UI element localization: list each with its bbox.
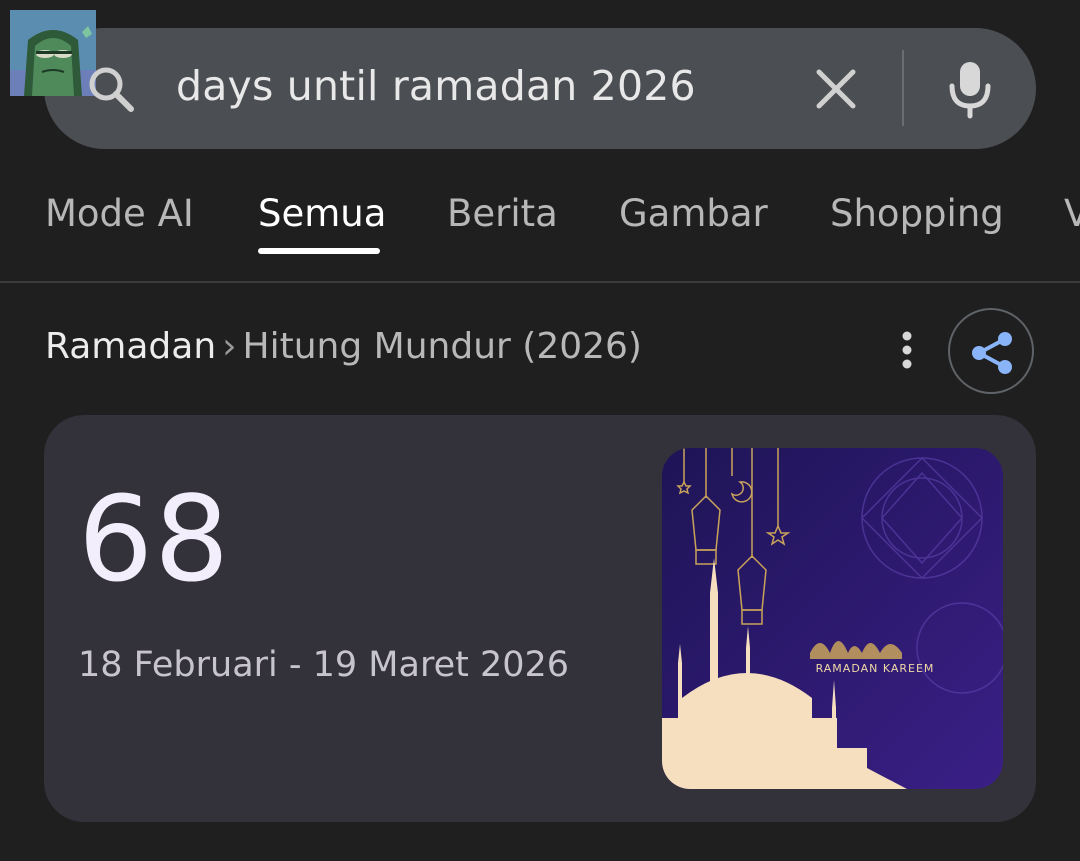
tab-semua[interactable]: Semua <box>258 192 386 235</box>
search-input[interactable]: days until ramadan 2026 <box>176 62 696 110</box>
tab-shopping[interactable]: Shopping <box>830 192 1004 235</box>
breadcrumb-root[interactable]: Ramadan <box>45 326 216 367</box>
date-range: 18 Februari - 19 Maret 2026 <box>78 645 570 685</box>
search-icon <box>86 64 136 118</box>
tab-more-truncated[interactable]: V <box>1064 192 1080 235</box>
ramadan-kareem-image[interactable] <box>662 448 1003 789</box>
breadcrumb: Ramadan › Hitung Mundur (2026) <box>45 326 642 367</box>
tab-berita[interactable]: Berita <box>447 192 558 235</box>
tab-mode-ai[interactable]: Mode AI <box>45 192 194 235</box>
days-count: 68 <box>78 470 231 608</box>
share-icon <box>972 332 1012 374</box>
tabs-divider <box>0 281 1080 283</box>
avatar[interactable] <box>10 10 96 96</box>
active-tab-indicator <box>258 248 380 254</box>
breadcrumb-separator: › <box>222 326 237 367</box>
share-button[interactable] <box>948 308 1034 394</box>
search-tabs: Mode AI Semua Berita Gambar Shopping V <box>0 180 1080 280</box>
close-icon[interactable] <box>815 68 857 114</box>
microphone-icon[interactable] <box>948 60 992 124</box>
breadcrumb-current: Hitung Mundur (2026) <box>242 326 642 367</box>
search-divider <box>902 50 904 126</box>
more-vert-icon[interactable] <box>896 330 918 374</box>
tab-gambar[interactable]: Gambar <box>619 192 768 235</box>
image-caption: RAMADAN KAREEM <box>815 662 935 675</box>
